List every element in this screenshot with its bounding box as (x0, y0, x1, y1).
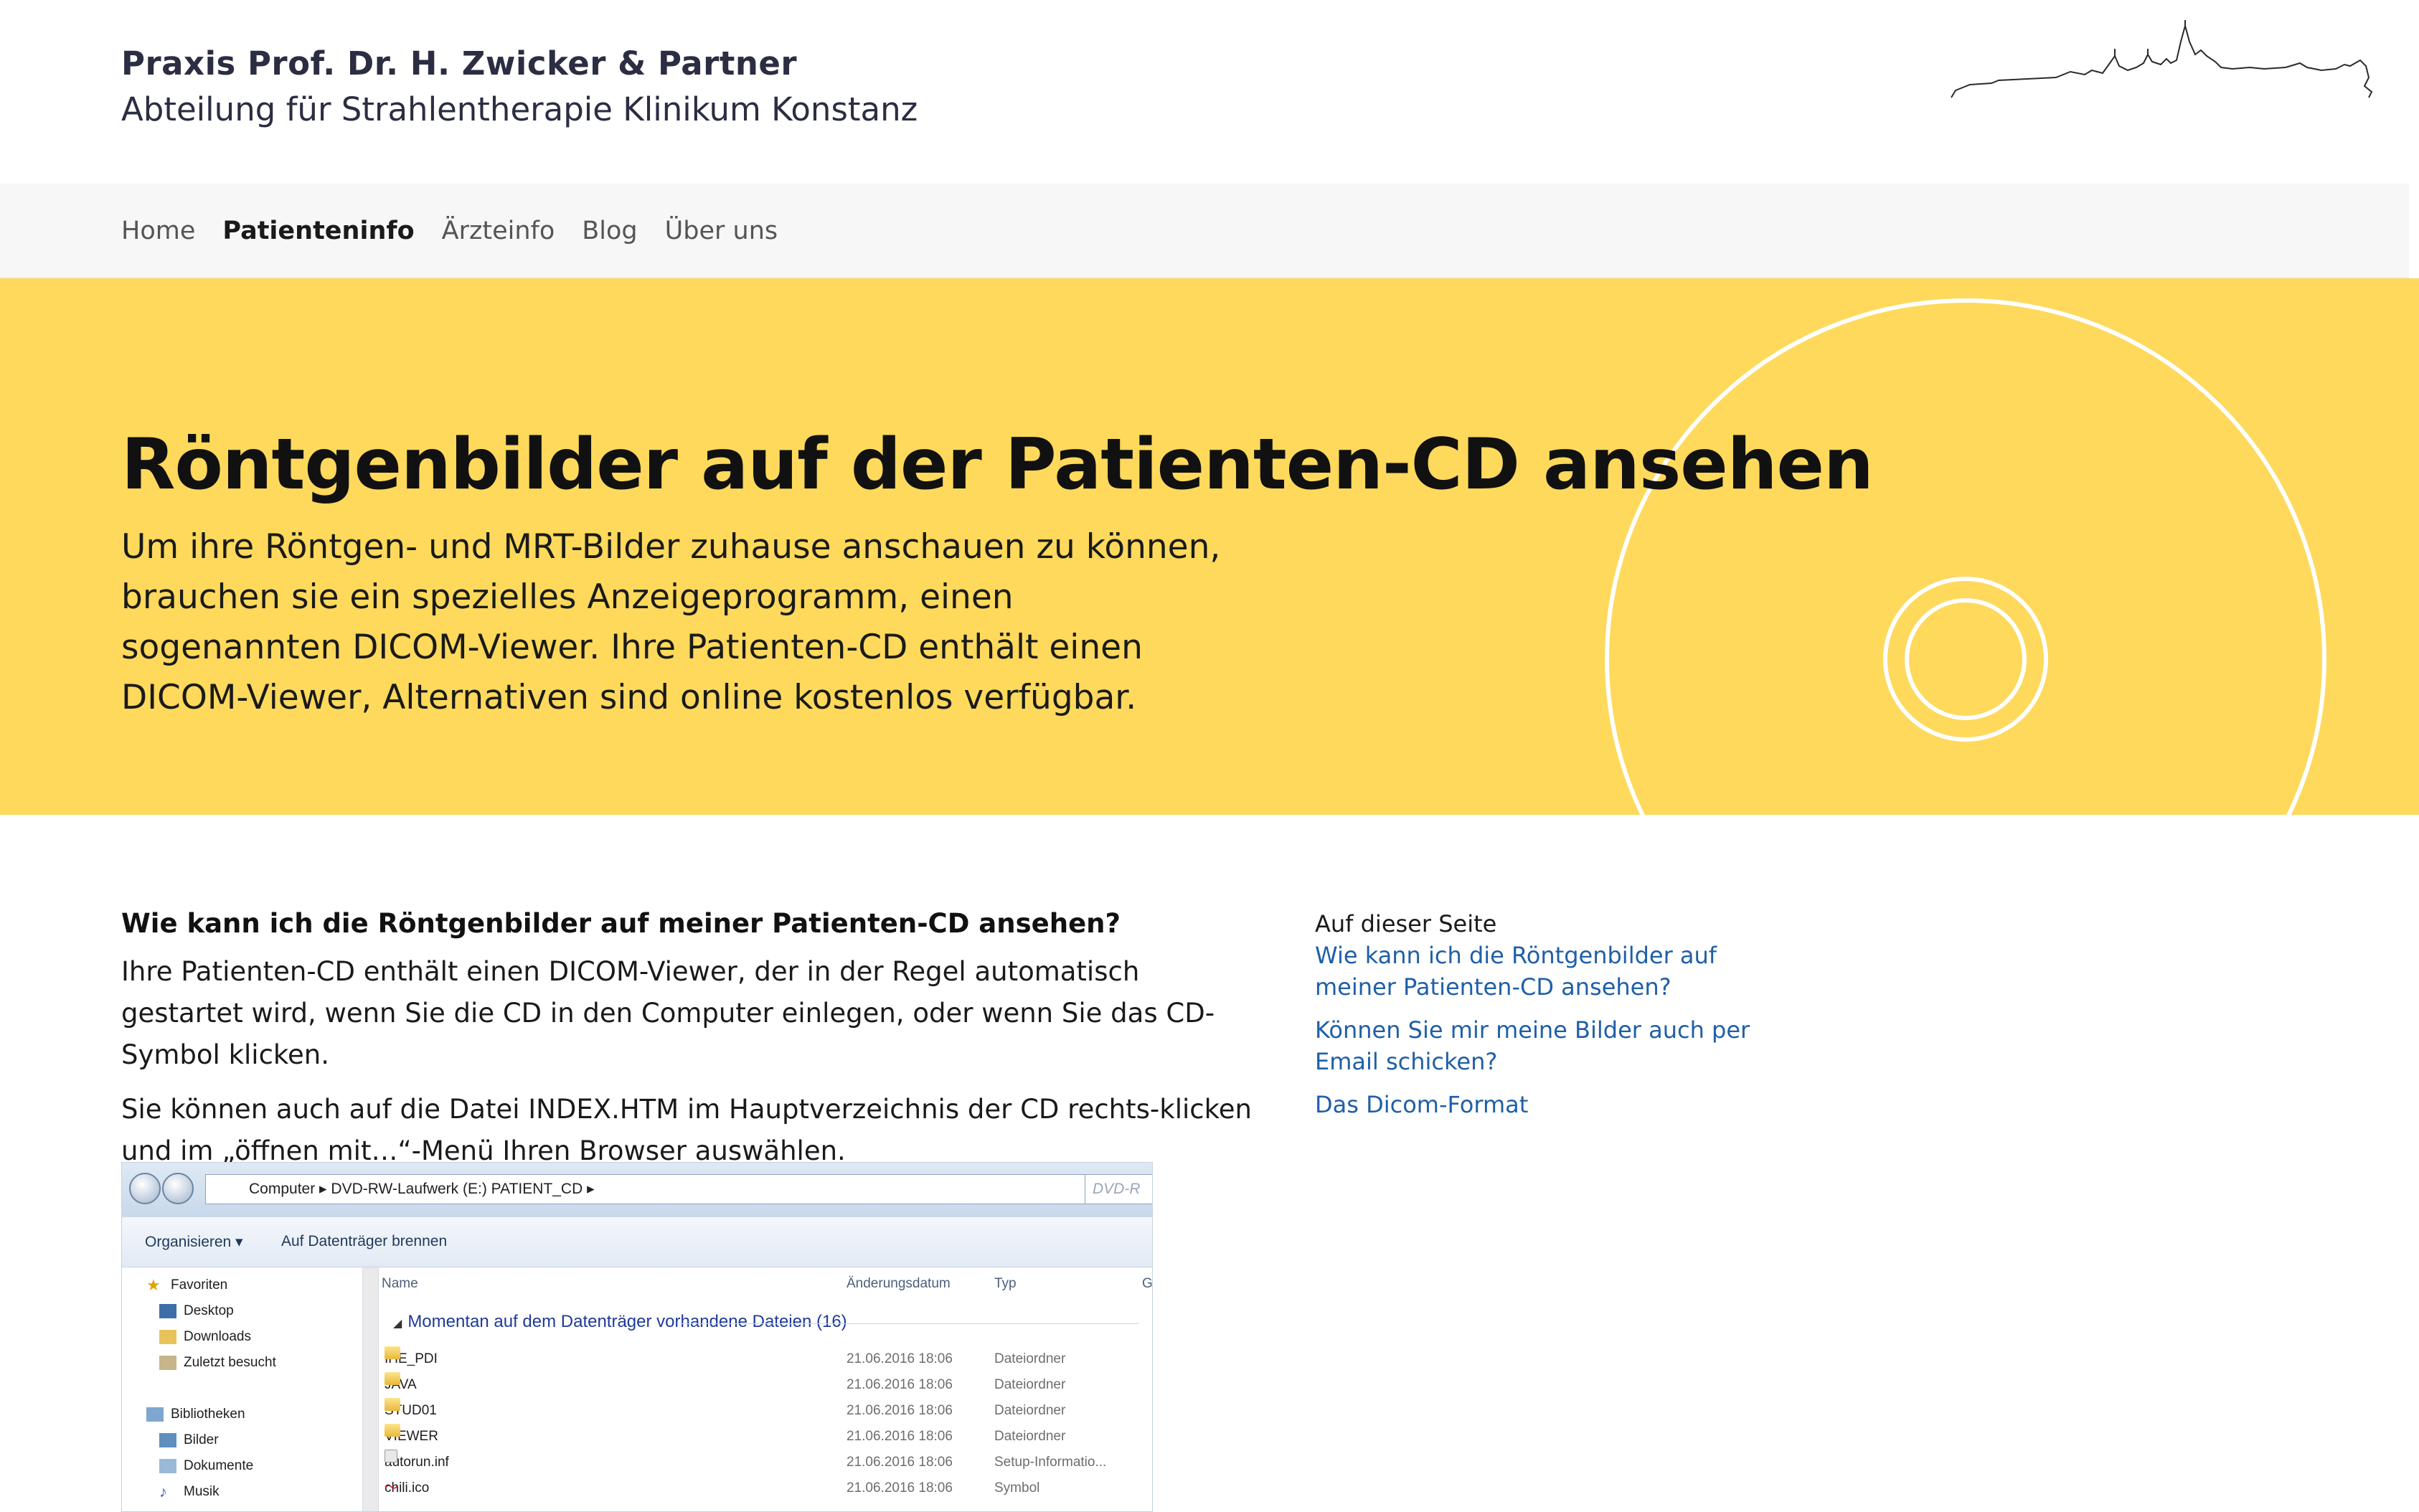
toc-link-dicom[interactable]: Das Dicom-Format (1315, 1089, 1803, 1120)
desktop-icon (159, 1304, 176, 1318)
explorer-address-bar: Computer ▸ DVD-RW-Laufwerk (E:) PATIENT_… (205, 1174, 1152, 1204)
nav-item-ueber-uns[interactable]: Über uns (665, 217, 778, 245)
explorer-sidebar: ★ Favoriten Desktop Downloads Zuletzt bes… (122, 1267, 363, 1511)
explorer-file-list: Name Änderungsdatum Typ Größe ◢Momentan … (379, 1267, 1153, 1511)
folder-icon (385, 1346, 400, 1359)
music-icon: ♪ (159, 1483, 167, 1501)
explorer-sidebar-item: Downloads (159, 1329, 251, 1345)
column-header-size: Größe (1142, 1276, 1153, 1291)
file-row: IHE_PDI 21.06.2016 18:06 Dateiordner (379, 1346, 1152, 1372)
explorer-screenshot: Computer ▸ DVD-RW-Laufwerk (E:) PATIENT_… (121, 1162, 1153, 1512)
nav-item-blog[interactable]: Blog (582, 217, 637, 245)
file-row: VIEWER 21.06.2016 18:06 Dateiordner (379, 1424, 1152, 1450)
explorer-search-placeholder: DVD-R (1093, 1181, 1141, 1197)
hero-intro: Um ihre Röntgen- und MRT-Bilder zuhause … (121, 527, 1221, 717)
explorer-sidebar-item: ★ Favoriten (146, 1276, 228, 1294)
file-date: 21.06.2016 18:06 (847, 1455, 953, 1470)
explorer-search-field: DVD-R (1085, 1174, 1152, 1204)
file-type: Dateiordner (994, 1403, 1066, 1418)
file-type: Dateiordner (994, 1351, 1066, 1366)
toc-heading: Auf dieser Seite (1315, 910, 1497, 937)
file-row: JAVA 21.06.2016 18:06 Dateiordner (379, 1372, 1152, 1398)
explorer-burn: Auf Datenträger brennen (281, 1233, 448, 1249)
file-row: STUD01 21.06.2016 18:06 Dateiordner (379, 1398, 1152, 1424)
toc-link-view-cd[interactable]: Wie kann ich die Röntgenbilder auf meine… (1315, 940, 1803, 1003)
column-header-type: Typ (994, 1276, 1017, 1291)
konstanz-skyline-icon (1951, 20, 2373, 98)
paragraph: Ihre Patienten-CD enthält einen DICOM-Vi… (121, 956, 1215, 1070)
group-divider (680, 1323, 1139, 1324)
file-date: 21.06.2016 18:06 (847, 1403, 953, 1418)
nav-item-aerzteinfo[interactable]: Ärzteinfo (442, 217, 555, 245)
chili-icon: 〜 (385, 1480, 399, 1496)
file-type: Setup-Informatio... (994, 1455, 1107, 1470)
column-header-date: Änderungsdatum (847, 1276, 951, 1291)
brand[interactable]: Praxis Prof. Dr. H. Zwicker & Partner Ab… (121, 42, 918, 133)
file-type: Symbol (994, 1480, 1040, 1496)
table-of-contents: Auf dieser Seite Wie kann ich die Röntge… (1315, 908, 1803, 1132)
folder-icon (385, 1424, 400, 1437)
forward-icon (162, 1173, 194, 1204)
library-icon (146, 1407, 164, 1422)
main-content: Wie kann ich die Röntgenbilder auf meine… (121, 902, 1269, 1185)
explorer-sidebar-item: Desktop (159, 1303, 234, 1319)
explorer-sidebar-item: Dokumente (159, 1458, 253, 1474)
paragraph: Sie können auch auf die Datei INDEX.HTM … (121, 1094, 1252, 1166)
star-icon: ★ (146, 1276, 161, 1294)
explorer-address: Computer ▸ DVD-RW-Laufwerk (E:) PATIENT_… (249, 1181, 595, 1197)
file-date: 21.06.2016 18:06 (847, 1429, 953, 1444)
collapse-triangle-icon: ◢ (393, 1318, 402, 1330)
cd-disc-icon (1605, 298, 2326, 815)
explorer-toolbar: Organisieren ▾ Auf Datenträger brennen (122, 1217, 1152, 1267)
downloads-icon (159, 1330, 176, 1344)
explorer-sidebar-scrollbar (363, 1267, 379, 1511)
section-heading: Wie kann ich die Röntgenbilder auf meine… (121, 908, 1121, 939)
main-nav: Home Patienteninfo Ärzteinfo Blog Über uns (0, 184, 2409, 278)
toc-link-email[interactable]: Können Sie mir meine Bilder auch per Ema… (1315, 1014, 1803, 1077)
file-date: 21.06.2016 18:06 (847, 1351, 953, 1366)
file-type: Dateiordner (994, 1377, 1066, 1392)
folder-icon (385, 1372, 400, 1385)
explorer-titlebar: Computer ▸ DVD-RW-Laufwerk (E:) PATIENT_… (122, 1163, 1152, 1217)
nav-item-home[interactable]: Home (121, 217, 195, 245)
explorer-organize: Organisieren ▾ (145, 1234, 243, 1250)
explorer-sidebar-item: Bilder (159, 1432, 219, 1448)
folder-icon (385, 1398, 400, 1411)
file-name: STUD01 (385, 1398, 437, 1424)
nav-item-patienteninfo[interactable]: Patienteninfo (222, 217, 414, 245)
file-row: 〜chili.ico21.06.2016 18:06Symbol3 KB (379, 1475, 1152, 1501)
file-name: IHE_PDI (385, 1346, 438, 1372)
pictures-icon (159, 1433, 176, 1447)
file-row: autorun.inf 21.06.2016 18:06 Setup-Informa… (379, 1450, 1152, 1475)
column-header-name: Name (382, 1276, 418, 1291)
recent-icon (159, 1356, 176, 1370)
file-type: Dateiordner (994, 1429, 1066, 1444)
site-header: Praxis Prof. Dr. H. Zwicker & Partner Ab… (0, 0, 2419, 184)
hero-banner: Röntgenbilder auf der Patienten-CD anseh… (0, 278, 2419, 815)
explorer-sidebar-item: Bibliotheken (146, 1407, 245, 1422)
brand-subtitle[interactable]: Abteilung für Strahlentherapie Klinikum … (121, 86, 918, 133)
file-name: JAVA (385, 1372, 417, 1398)
documents-icon (159, 1459, 176, 1473)
back-icon (129, 1173, 161, 1204)
page-title: Röntgenbilder auf der Patienten-CD anseh… (121, 424, 1874, 506)
file-name: autorun.inf (385, 1450, 449, 1475)
file-name: VIEWER (385, 1424, 438, 1450)
file-name: 〜 chili.ico (385, 1475, 429, 1501)
file-date: 21.06.2016 18:06 (847, 1377, 953, 1392)
setup-file-icon (385, 1450, 397, 1463)
explorer-sidebar-item: Zuletzt besucht (159, 1355, 276, 1371)
explorer-sidebar-item: ♪ Musik (159, 1483, 220, 1501)
brand-title[interactable]: Praxis Prof. Dr. H. Zwicker & Partner (121, 42, 918, 86)
file-group-label: ◢ Momentan auf dem Datenträger vorhandene… (393, 1312, 847, 1331)
file-date: 21.06.2016 18:06 (847, 1480, 953, 1496)
